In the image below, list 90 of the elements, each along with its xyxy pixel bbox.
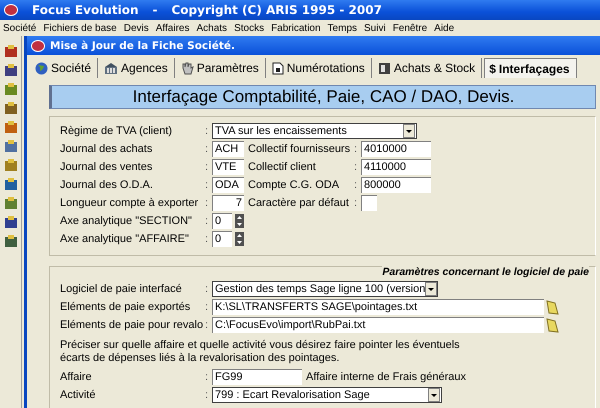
tab[interactable]: $ Interfaçages [484,58,577,78]
app-logo-icon [4,4,18,16]
affaire-description: Affaire interne de Frais généraux [306,371,466,383]
journal-field[interactable]: ODA [212,177,244,193]
menu-item[interactable]: Temps [328,22,357,34]
vat-dropdown[interactable]: TVA sur les encaissements [212,123,417,139]
menu-item[interactable]: Suivi [364,22,386,34]
hand-icon [180,62,194,74]
spin-field[interactable]: 0 [212,231,232,247]
folder-icon[interactable] [546,318,559,332]
journal-field[interactable]: VTE [212,159,244,175]
app-title: Focus Evolution [32,3,138,17]
menu-item[interactable]: Affaires [156,22,190,34]
globe-icon [35,62,48,74]
field-label: Axe analytique "SECTION" [60,215,193,227]
spin-arrows-icon[interactable] [235,232,244,246]
separator: : [205,233,210,245]
separator: : [205,215,210,227]
toolbar-icon[interactable] [4,215,18,229]
account-field[interactable]: 4010000 [361,141,431,157]
separator: : [205,161,210,173]
separator: : [205,389,210,401]
field-label: Règime de TVA (client) [60,125,174,137]
document-icon [272,62,284,74]
field-label: Collectif fournisseurs [248,143,352,155]
journal-field[interactable]: ACH [212,141,244,157]
separator: : [354,197,358,209]
account-field[interactable]: 800000 [361,177,431,193]
menu-item[interactable]: Aide [434,22,454,34]
field-label: Journal des O.D.A. [60,179,154,191]
field-label: Eléments de paie exportés [60,301,192,313]
spin-field[interactable]: 0 [212,213,232,229]
field-label: Activité [60,389,96,401]
toolbar-icon[interactable] [4,101,18,115]
window-title: Mise à Jour de la Fiche Société. [50,40,235,52]
toolbar-icon[interactable] [4,63,18,77]
separator: : [354,143,358,155]
separator: : [205,371,210,383]
field-label: Compte C.G. ODA [248,179,340,191]
folder-icon[interactable] [546,300,559,314]
menu-item[interactable]: Société [3,22,36,34]
section-heading: Interfaçage Comptabilité, Paie, CAO / DAO, Devis. [49,85,596,109]
affaire-field[interactable]: FG99 [212,369,302,385]
spin-arrows-icon[interactable] [235,214,244,228]
payroll-software-dropdown[interactable]: Gestion des temps Sage ligne 100 (version [212,281,438,297]
toolbar-icon[interactable] [4,82,18,96]
length-field[interactable]: 7 [212,195,244,211]
building-icon [104,62,118,74]
window-logo-icon [31,40,45,52]
separator: : [205,283,210,295]
ledger-icon [378,62,391,74]
copyright-text: Copyright (C) ARIS 1995 - 2007 [171,3,382,17]
separator: : [205,301,210,313]
toolbar-icon[interactable] [4,234,18,248]
menu-item[interactable]: Achats [196,22,228,34]
toolbar-icon[interactable] [4,44,18,58]
separator: : [205,197,210,209]
menu-item[interactable]: Fabrication [271,22,321,34]
account-field[interactable]: 4110000 [361,159,431,175]
separator: : [205,125,210,137]
field-label: Journal des ventes [60,161,154,173]
toolbar-icon[interactable] [4,177,18,191]
separator: : [205,143,210,155]
file-path-field[interactable]: K:\SL\TRANSFERTS SAGE\pointages.txt [212,299,544,315]
separator: : [205,319,210,331]
field-label: Affaire [60,371,93,383]
separator: : [354,161,358,173]
separator: : [205,179,210,191]
group-legend: Paramètres concernant le logiciel de paie [382,266,589,278]
activity-dropdown[interactable]: 799 : Ecart Revalorisation Sage [212,387,442,403]
field-label: Axe analytique "AFFAIRE" [60,233,190,245]
menu-item[interactable]: Devis [124,22,149,34]
menu-item[interactable]: Fichiers de base [43,22,117,34]
file-path-field[interactable]: C:\FocusEvo\import\RubPai.txt [212,317,544,333]
dollar-icon: $ [489,62,496,76]
toolbar-icon[interactable] [4,196,18,210]
field-label: Collectif client [248,161,317,173]
title-separator: - [152,3,158,17]
toolbar-icon[interactable] [4,139,18,153]
instruction-text: Préciser sur quelle affaire et quelle activité vous désirez faire pointer les éventuels écarts de dépenses liés à la revalorisation des pointages. [60,339,461,365]
field-label: Logiciel de paie interfacé [60,283,183,295]
menu-item[interactable]: Stocks [234,22,264,34]
toolbar-icon[interactable] [4,120,18,134]
menu-item[interactable]: Fenêtre [392,22,428,34]
separator: : [354,179,358,191]
field-label: Longueur compte à exporter [60,197,200,209]
default-char-field[interactable] [361,195,377,211]
field-label: Eléments de paie pour revalo [60,319,204,331]
field-label: Caractère par défaut [248,197,350,209]
field-label: Journal des achats [60,143,154,155]
